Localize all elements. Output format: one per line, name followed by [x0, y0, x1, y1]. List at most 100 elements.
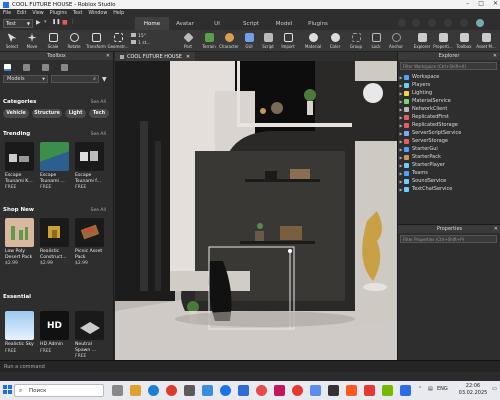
language-indicator[interactable]: ENG [437, 386, 448, 392]
tree-item-teams[interactable]: ▶ Teams [398, 169, 500, 177]
app-icon[interactable] [238, 385, 249, 396]
close-icon[interactable]: ✕ [494, 226, 498, 232]
scale-tool-button[interactable]: Scale [43, 31, 63, 51]
roblox-studio-icon[interactable] [400, 385, 411, 396]
move-tool-button[interactable]: Move [22, 31, 42, 51]
tab-script[interactable]: Script [235, 17, 267, 30]
inventory-icon[interactable] [23, 63, 30, 71]
taskbar-clock[interactable]: 22:06 03.02.2025 [456, 383, 490, 397]
avatar[interactable] [476, 19, 484, 27]
help-icon[interactable] [460, 19, 468, 27]
tray-arrow-icon[interactable]: ⌃ [418, 386, 422, 392]
move-snap-value[interactable]: 1 st... [138, 41, 151, 46]
minimize-button[interactable]: – [466, 0, 469, 7]
network-icon[interactable]: ▤ [428, 386, 433, 392]
transform-tool-button[interactable]: Transform [86, 31, 106, 51]
app-icon[interactable] [184, 385, 195, 396]
category-chip-vehicle[interactable]: Vehicle [3, 109, 29, 118]
rotate-tool-button[interactable]: Rotate [64, 31, 84, 51]
category-chip-light[interactable]: Light [65, 109, 86, 118]
tree-item-workspace[interactable]: ▶ Workspace [398, 73, 500, 81]
filter-icon[interactable]: ▼ [102, 76, 107, 83]
tree-item-lighting[interactable]: ▶ Lighting [398, 89, 500, 97]
tree-item-serverscriptservice[interactable]: ▶ ServerScriptService [398, 129, 500, 137]
creations-icon[interactable] [61, 63, 68, 71]
marketplace-icon[interactable] [4, 63, 11, 71]
more-options-icon[interactable]: ⋮ [70, 19, 75, 25]
viewport-tab[interactable]: COOL FUTURE HOUSE ✕ [115, 52, 196, 61]
essential-item[interactable]: Neutral Spawn ... FREE [75, 311, 105, 359]
essential-item[interactable]: HD HD Admin FREE [40, 311, 70, 354]
nvidia-icon[interactable] [382, 385, 393, 396]
team-create-icon[interactable] [444, 19, 452, 27]
shop-new-item[interactable]: Realistic Construct... $2.99 [40, 218, 70, 266]
notification-center-icon[interactable]: ▭ [492, 386, 497, 392]
tree-item-textchatservice[interactable]: ▶ TextChatService [398, 185, 500, 193]
shop-new-item[interactable]: Low Poly Desert Pack $2.99 [5, 218, 35, 266]
trending-item[interactable]: Escape Tsunami K... FREE [5, 142, 35, 190]
tab-model[interactable]: Model [270, 17, 298, 30]
close-button[interactable]: ✕ [493, 0, 498, 7]
geometry-button[interactable]: Geometr... [107, 31, 129, 51]
gui-button[interactable]: GUI [239, 31, 259, 51]
properties-toggle-button[interactable]: Properti... [433, 31, 453, 51]
toolbox-search-input[interactable]: ⌕ [51, 75, 99, 83]
import-button[interactable]: Import [278, 31, 298, 51]
toolbox-toggle-button[interactable]: Toolbox [454, 31, 474, 51]
tree-item-starterpack[interactable]: ▶ StarterPack [398, 153, 500, 161]
menu-view[interactable]: View [32, 11, 43, 16]
tab-home[interactable]: Home [135, 17, 169, 30]
more-icon[interactable]: ▾ [44, 19, 47, 25]
tab-plugins[interactable]: Plugins [303, 17, 333, 30]
tree-item-materialservice[interactable]: ▶ MaterialService [398, 97, 500, 105]
taskbar-search[interactable]: ⌕ Поиск [14, 384, 104, 397]
close-icon[interactable]: ✕ [186, 54, 190, 60]
app-icon[interactable] [328, 385, 339, 396]
color-button[interactable]: Color [325, 31, 345, 51]
chrome-icon[interactable] [220, 385, 231, 396]
tree-item-replicatedfirst[interactable]: ▶ ReplicatedFirst [398, 113, 500, 121]
part-button[interactable]: Part [178, 31, 198, 51]
opera-icon[interactable] [166, 385, 177, 396]
tree-item-networkclient[interactable]: ▶ NetworkClient [398, 105, 500, 113]
tree-item-serverstorage[interactable]: ▶ ServerStorage [398, 137, 500, 145]
shop-new-item[interactable]: Picnic Asset Pack $2.99 [75, 218, 105, 266]
file-explorer-icon[interactable] [130, 385, 141, 396]
3d-viewport[interactable]: COOL FUTURE HOUSE ✕ [115, 52, 397, 360]
select-tool-button[interactable]: Select [2, 31, 22, 51]
play-icon[interactable]: ▶ [36, 19, 41, 26]
app-icon[interactable] [256, 385, 267, 396]
group-button[interactable]: Group [346, 31, 366, 51]
trending-item[interactable]: Escape Tsunami f... FREE [75, 142, 105, 190]
material-button[interactable]: Material [303, 31, 323, 51]
explorer-toggle-button[interactable]: Explorer [412, 31, 432, 51]
menu-plugins[interactable]: Plugins [50, 11, 67, 16]
menu-edit[interactable]: Edit [17, 11, 26, 16]
yandex-browser-icon[interactable] [292, 385, 303, 396]
app-icon[interactable] [274, 385, 285, 396]
maximize-button[interactable]: □ [478, 0, 484, 7]
close-icon[interactable]: ✕ [106, 53, 110, 59]
close-icon[interactable]: ✕ [493, 53, 497, 59]
asset-manager-toggle-button[interactable]: Asset M... [476, 31, 496, 51]
shop-new-see-all-link[interactable]: See All [91, 208, 106, 213]
notifications-icon[interactable] [398, 19, 406, 27]
terrain-button[interactable]: Terrain [199, 31, 219, 51]
tree-item-soundservice[interactable]: ▶ SoundService [398, 177, 500, 185]
tree-item-replicatedstorage[interactable]: ▶ ReplicatedStorage [398, 121, 500, 129]
share-icon[interactable] [428, 19, 436, 27]
category-chip-tech[interactable]: Tech [89, 109, 109, 118]
windows-start-icon[interactable] [3, 385, 12, 394]
test-mode-select[interactable]: Test ▼ [3, 19, 33, 28]
recent-icon[interactable] [42, 63, 49, 71]
tab-avatar[interactable]: Avatar [170, 17, 200, 30]
stop-icon[interactable]: ■ [62, 19, 68, 26]
character-button[interactable]: Character [219, 31, 239, 51]
snap-settings[interactable]: 15° 1 st... [131, 33, 151, 47]
rotate-snap-value[interactable]: 15° [138, 34, 146, 39]
trending-see-all-link[interactable]: See All [91, 132, 106, 137]
explorer-filter-input[interactable]: Filter Workspace (Ctrl+Shift+X) [400, 62, 497, 70]
task-view-icon[interactable] [112, 385, 123, 396]
menu-test[interactable]: Test [73, 11, 82, 16]
properties-filter-input[interactable]: Filter Properties (Ctrl+Shift+P) [400, 235, 497, 243]
